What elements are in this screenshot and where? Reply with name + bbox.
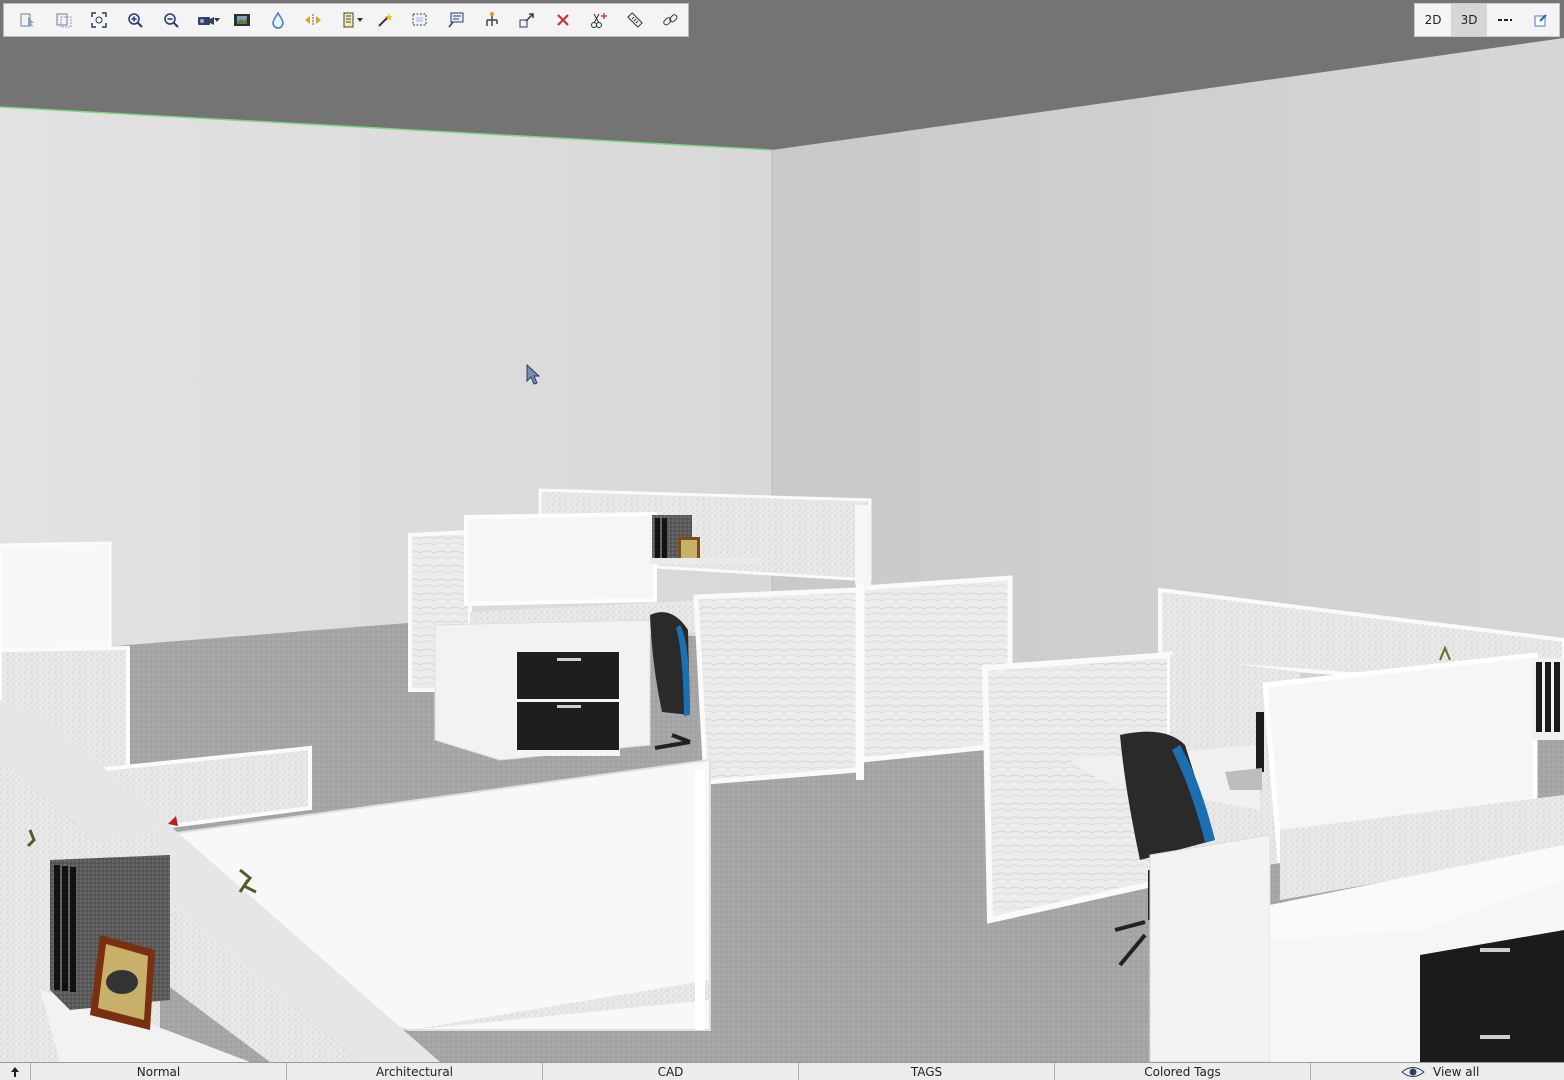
tab-normal[interactable]: Normal [31, 1063, 287, 1080]
select-all-button[interactable] [46, 6, 82, 34]
tab-architectural[interactable]: Architectural [287, 1063, 543, 1080]
scroll-up-button[interactable] [0, 1063, 31, 1080]
zoom-in-button[interactable] [117, 6, 153, 34]
edit-icon [1534, 14, 1547, 27]
measure-button[interactable] [617, 6, 653, 34]
cut-edit-button[interactable] [581, 6, 617, 34]
chevron-down-icon[interactable] [214, 18, 221, 22]
zoom-out-icon [163, 13, 179, 28]
link-icon [663, 14, 678, 26]
view-all-label: View all [1433, 1064, 1480, 1079]
delete-button[interactable] [545, 6, 581, 34]
render-button[interactable] [224, 6, 260, 34]
view-2d-button[interactable]: 2D [1415, 4, 1451, 36]
view-all-button[interactable]: View all [1311, 1063, 1564, 1080]
ruler-icon [626, 12, 643, 28]
box-select-icon [412, 13, 427, 26]
tab-colored-tags[interactable]: Colored Tags [1055, 1063, 1311, 1080]
tab-cad[interactable]: CAD [543, 1063, 799, 1080]
zoom-out-button[interactable] [153, 6, 189, 34]
office-3d-scene [0, 0, 1564, 1062]
delete-x-icon [557, 14, 569, 26]
scale-icon [519, 13, 535, 28]
magic-wand-icon [378, 13, 393, 27]
eye-icon [1401, 1066, 1425, 1077]
zoom-extents-icon [91, 12, 107, 28]
camera-icon [198, 17, 215, 25]
comment-icon [448, 12, 464, 28]
zoom-extents-button[interactable] [81, 6, 117, 34]
view-3d-button[interactable]: 3D [1451, 4, 1487, 36]
tab-tags[interactable]: TAGS [799, 1063, 1055, 1080]
mirror-arrows-icon [305, 14, 322, 26]
mouse-cursor-icon [526, 364, 540, 385]
camera-button[interactable] [188, 6, 224, 34]
main-toolbar [3, 3, 689, 37]
hierarchy-button[interactable] [474, 6, 510, 34]
split-view-button[interactable] [1487, 4, 1523, 36]
select-objects-button[interactable] [10, 6, 46, 34]
edit-properties-button[interactable] [1523, 4, 1559, 36]
mirror-button[interactable] [296, 6, 332, 34]
hierarchy-icon [486, 12, 498, 26]
zoom-in-icon [128, 13, 143, 28]
scissors-icon [590, 13, 607, 28]
scale-button[interactable] [510, 6, 546, 34]
select-all-icon [56, 13, 72, 28]
link-button[interactable] [652, 6, 688, 34]
paint-drop-icon [271, 11, 284, 29]
layers-icon [343, 12, 354, 28]
chevron-down-icon[interactable] [356, 18, 363, 22]
cursor-select-icon [20, 13, 34, 27]
dashed-line-icon [1498, 19, 1512, 21]
box-select-button[interactable] [403, 6, 439, 34]
layers-button[interactable] [331, 6, 367, 34]
status-bar: Normal Architectural CAD TAGS Colored Ta… [0, 1062, 1564, 1080]
view-toolbar: 2D 3D [1414, 3, 1560, 37]
material-button[interactable] [260, 6, 296, 34]
3d-viewport[interactable] [0, 0, 1564, 1062]
film-icon [233, 14, 250, 26]
comment-button[interactable] [438, 6, 474, 34]
magic-button[interactable] [367, 6, 403, 34]
arrow-up-icon [11, 1066, 19, 1077]
